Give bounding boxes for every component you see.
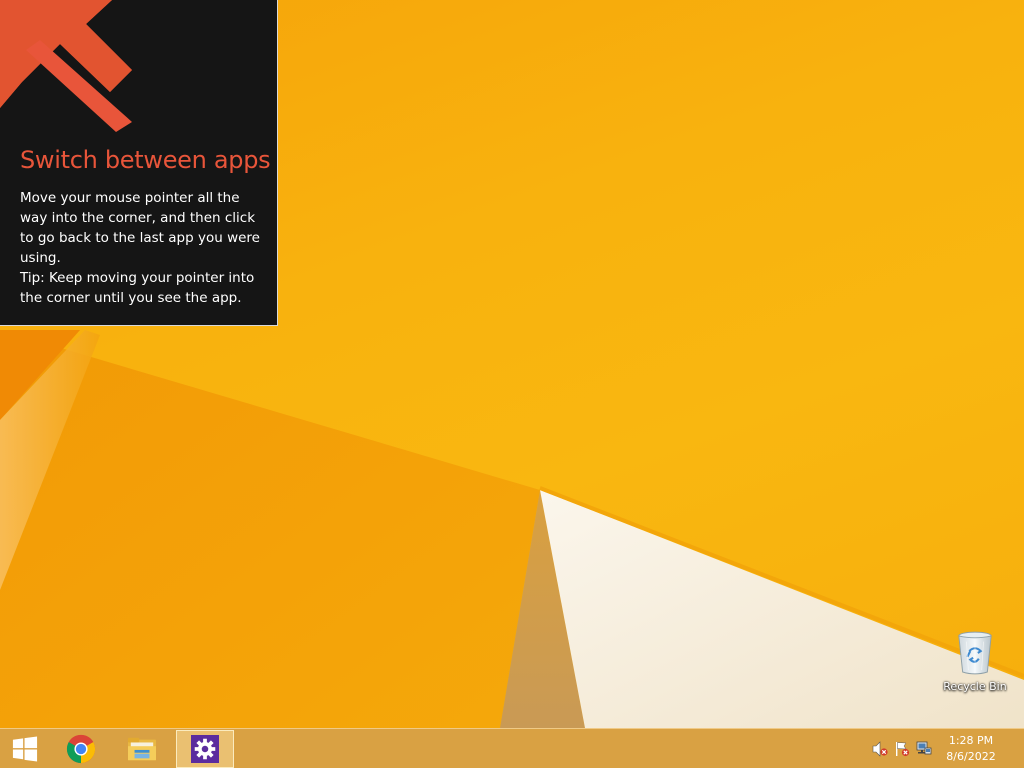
taskbar: 1:28 PM 8/6/2022 bbox=[0, 728, 1024, 768]
tip-body-instruction: Move your mouse pointer all the way into… bbox=[20, 190, 260, 266]
switch-apps-tip: Switch between apps Move your mouse poin… bbox=[0, 0, 278, 326]
chrome-icon bbox=[66, 734, 96, 764]
clock-time: 1:28 PM bbox=[948, 734, 994, 747]
folder-icon bbox=[128, 737, 156, 761]
recycle-bin-icon bbox=[958, 631, 992, 675]
taskbar-chrome-button[interactable] bbox=[52, 730, 110, 768]
speaker-muted-icon[interactable] bbox=[872, 741, 888, 757]
tip-body: Move your mouse pointer all the way into… bbox=[20, 188, 265, 308]
network-icon[interactable] bbox=[916, 741, 932, 757]
taskbar-settings-button[interactable] bbox=[176, 730, 234, 768]
taskbar-file-explorer-button[interactable] bbox=[113, 730, 171, 768]
taskbar-clock[interactable]: 1:28 PM 8/6/2022 bbox=[936, 733, 1006, 765]
action-center-flag-icon[interactable] bbox=[894, 741, 910, 757]
tip-title: Switch between apps bbox=[20, 146, 271, 174]
desktop-icon-recycle-bin[interactable]: Recycle Bin bbox=[940, 630, 1010, 693]
windows-logo-icon bbox=[12, 736, 38, 762]
clock-date: 8/6/2022 bbox=[946, 750, 996, 763]
arrow-up-left-icon bbox=[0, 0, 132, 132]
tip-body-hint: Tip: Keep moving your pointer into the c… bbox=[20, 270, 255, 306]
start-button[interactable] bbox=[0, 730, 50, 768]
recycle-bin-label: Recycle Bin bbox=[943, 680, 1007, 693]
gear-icon bbox=[191, 735, 219, 763]
desktop[interactable]: Switch between apps Move your mouse poin… bbox=[0, 0, 1024, 768]
system-tray: 1:28 PM 8/6/2022 bbox=[864, 729, 1024, 768]
